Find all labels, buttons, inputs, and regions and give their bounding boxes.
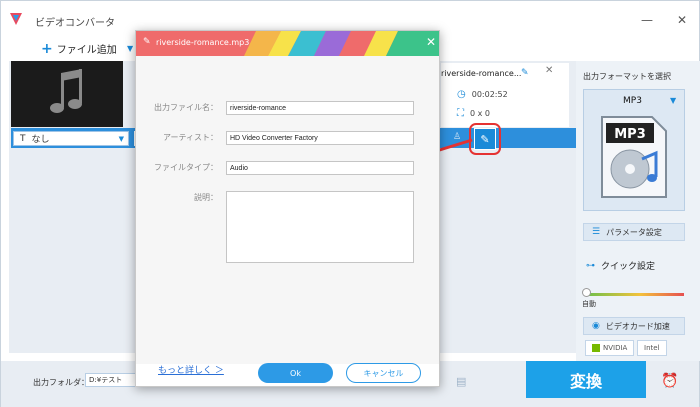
param-settings-label: パラメータ設定 bbox=[606, 227, 662, 237]
resolution-value: 0 x 0 bbox=[470, 109, 490, 118]
chevron-down-icon[interactable]: ▼ bbox=[670, 96, 676, 105]
clock-icon: ◷ bbox=[457, 89, 466, 100]
rename-pen-icon[interactable]: ✎ bbox=[521, 68, 529, 78]
open-folder-icon[interactable]: ▤ bbox=[456, 375, 466, 388]
dialog-title: riverside-romance.mp3 bbox=[156, 38, 250, 47]
gpu-accel-label: ビデオカード加速 bbox=[605, 321, 670, 331]
description-label: 説明： bbox=[194, 193, 218, 202]
music-note-icon bbox=[50, 69, 82, 113]
chevron-down-icon: ▼ bbox=[118, 134, 124, 143]
edit-tag-icon: ✎ bbox=[143, 37, 151, 47]
plus-icon: + bbox=[41, 40, 53, 57]
duration-row: ◷ 00:02:52 bbox=[457, 89, 508, 100]
quick-settings-icon: ⊶ bbox=[586, 260, 595, 271]
add-file-button[interactable]: + ファイル追加 bbox=[41, 40, 117, 57]
app-title: ビデオコンバータ bbox=[35, 18, 115, 29]
output-folder-label: 出力フォルダ： bbox=[33, 378, 89, 387]
artist-label: アーティスト： bbox=[162, 133, 218, 142]
quick-settings-text: クイック設定 bbox=[601, 262, 656, 272]
file-type-field[interactable]: Audio bbox=[226, 161, 414, 175]
output-folder-field[interactable]: D:¥テスト bbox=[85, 373, 137, 387]
add-file-label: ファイル追加 bbox=[56, 45, 117, 56]
alarm-clock-icon[interactable]: ⏰ bbox=[661, 373, 678, 389]
intel-badge[interactable]: Intel bbox=[637, 340, 667, 356]
minimize-button[interactable]: — bbox=[641, 13, 653, 27]
output-name-field[interactable]: riverside-romance bbox=[226, 101, 414, 115]
mp3-icon-text: MP3 bbox=[614, 127, 646, 142]
gpu-icon: ◉ bbox=[592, 321, 600, 331]
quick-settings-label: ⊶ クイック設定 bbox=[586, 259, 656, 273]
file-name: riverside-romance... bbox=[441, 69, 522, 78]
close-window-button[interactable]: ✕ bbox=[677, 13, 687, 27]
sliders-icon: ☰ bbox=[592, 227, 601, 237]
file-type-label: ファイルタイプ： bbox=[154, 163, 218, 172]
convert-button[interactable]: 変換 bbox=[526, 361, 646, 398]
gpu-acceleration-button[interactable]: ◉ ビデオカード加速 bbox=[583, 317, 685, 335]
dialog-body: 出力ファイル名： riverside-romance アーティスト： HD Vi… bbox=[136, 56, 439, 364]
ok-button[interactable]: Ok bbox=[258, 363, 333, 383]
format-name: MP3 bbox=[623, 96, 642, 106]
metadata-dialog: ✎ riverside-romance.mp3 ✕ 出力ファイル名： river… bbox=[135, 30, 440, 387]
edit-metadata-button[interactable]: ✎ bbox=[474, 128, 496, 150]
description-field[interactable] bbox=[226, 191, 414, 263]
file-thumbnail[interactable] bbox=[11, 61, 123, 127]
more-details-link[interactable]: もっと詳しく ＞ bbox=[158, 363, 224, 376]
artist-field[interactable]: HD Video Converter Factory bbox=[226, 131, 414, 145]
edit-metadata-icon: ✎ bbox=[480, 132, 490, 146]
remove-file-icon[interactable]: ✕ bbox=[545, 65, 553, 76]
cancel-button[interactable]: キャンセル bbox=[346, 363, 421, 383]
dialog-header: ✎ riverside-romance.mp3 ✕ bbox=[136, 31, 439, 56]
slider-value-label: 自動 bbox=[582, 300, 596, 308]
mp3-file-icon: MP3 bbox=[601, 116, 667, 198]
dialog-close-button[interactable]: ✕ bbox=[426, 35, 436, 49]
subtitle-select[interactable]: T なし ▼ bbox=[13, 131, 129, 146]
nvidia-label: NVIDIA bbox=[603, 344, 628, 352]
chevron-down-icon[interactable]: ▼ bbox=[127, 44, 133, 53]
intel-label: Intel bbox=[644, 344, 660, 352]
nvidia-badge[interactable]: NVIDIA bbox=[585, 340, 635, 356]
subtitle-select-value: なし bbox=[31, 135, 50, 145]
duration-value: 00:02:52 bbox=[471, 90, 508, 99]
text-icon: T bbox=[20, 133, 26, 144]
resolution-icon: ⛶ bbox=[457, 108, 464, 119]
app-logo-icon bbox=[10, 13, 22, 25]
output-format-label: 出力フォーマットを選択 bbox=[583, 72, 671, 81]
quality-slider[interactable] bbox=[586, 293, 684, 296]
resolution-row: ⛶ 0 x 0 bbox=[457, 108, 490, 119]
quality-slider-handle[interactable] bbox=[582, 288, 591, 297]
nvidia-logo-icon bbox=[592, 344, 600, 352]
parameter-settings-button[interactable]: ☰ パラメータ設定 bbox=[583, 223, 685, 241]
output-name-label: 出力ファイル名： bbox=[154, 103, 218, 112]
